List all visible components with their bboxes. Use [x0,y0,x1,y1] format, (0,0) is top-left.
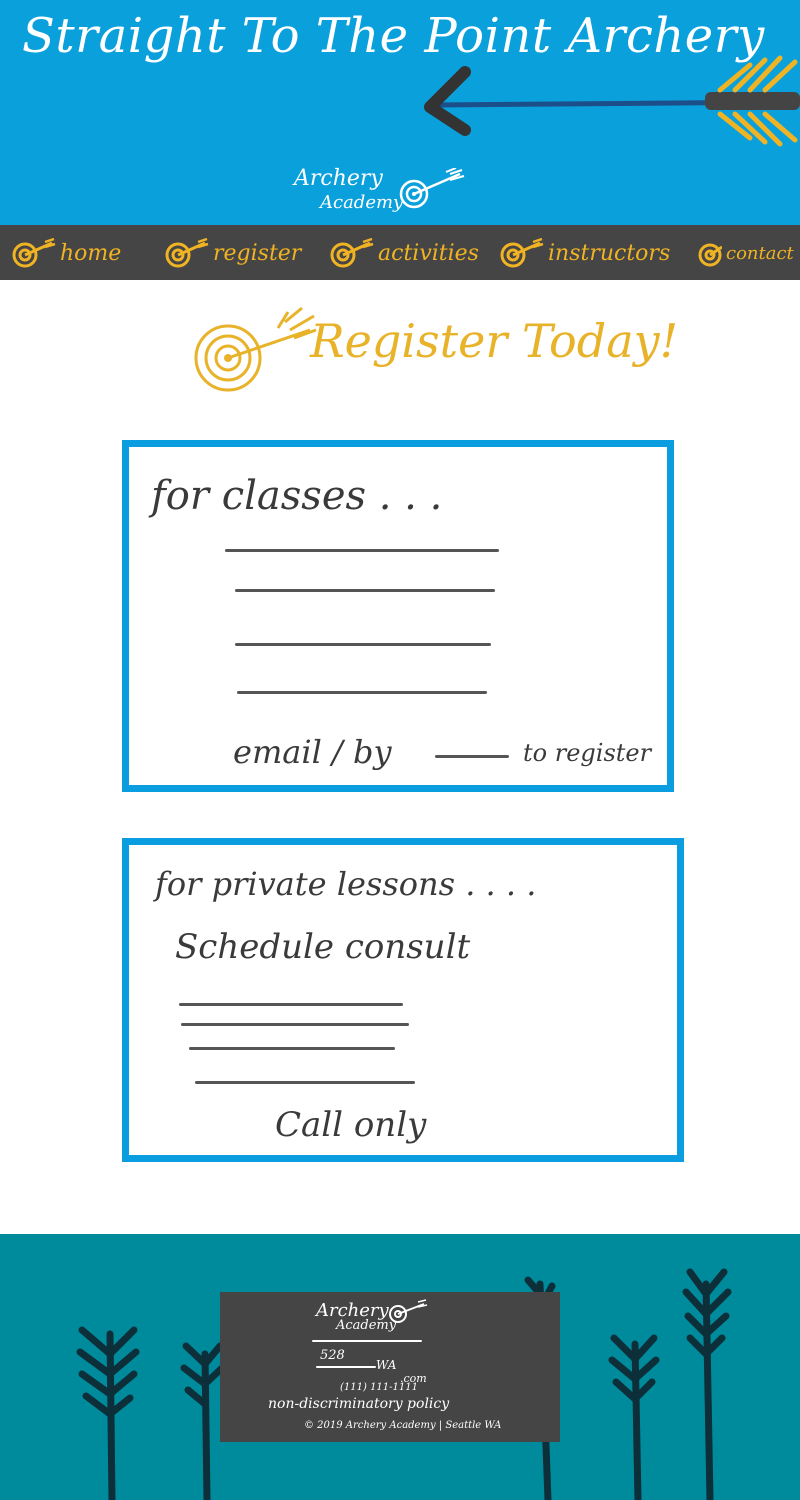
nav-label-contact: contact [726,242,794,264]
classes-info-line [235,589,495,592]
nav-label-instructors: instructors [548,240,671,266]
footer-address-line [312,1340,422,1342]
footer-info-box: Archery Academy 528 WA .com (111) 111-11… [220,1292,560,1442]
nav-label-activities: activities [378,240,479,266]
target-arrow-icon [500,238,544,268]
target-arrow-icon [698,243,722,267]
site-footer: Archery Academy 528 WA .com (111) 111-11… [0,1234,800,1500]
register-heading: Register Today! [190,300,678,430]
arrow-icon [424,55,800,147]
nav-item-contact[interactable]: contact [698,235,794,271]
nav-item-instructors[interactable]: instructors [500,235,670,271]
private-info-line [189,1047,395,1050]
site-header: Straight To The Point Archery Archery Ac… [0,0,800,225]
target-arrow-icon [194,306,317,392]
nav-item-register[interactable]: register [165,235,301,271]
classes-card: for classes . . . email / by to register [122,440,674,792]
classes-register-note: email / by [233,733,392,771]
logo-line-2: Academy [320,192,404,213]
private-info-line [181,1023,409,1026]
classes-info-line [237,691,487,694]
logo-line-1: Archery [294,166,383,191]
target-arrow-icon [165,238,209,268]
private-info-line [179,1003,403,1006]
academy-logo[interactable]: Archery Academy [290,164,470,224]
private-lessons-card: for private lessons . . . . Schedule con… [122,838,684,1162]
target-arrow-icon [389,1299,428,1323]
main-nav: home register activities instructors con… [0,225,800,280]
private-card-title: for private lessons . . . . [155,865,537,903]
nav-label-register: register [213,240,302,266]
footer-address-number: 528 [320,1348,345,1363]
footer-policy-link[interactable]: non-discriminatory policy [268,1396,449,1412]
target-arrow-icon [12,238,56,268]
classes-email-blank [435,755,509,758]
footer-address-state: WA [376,1358,397,1372]
target-arrow-icon [330,238,374,268]
private-card-footer: Call only [275,1105,427,1145]
nav-item-home[interactable]: home [12,235,121,271]
classes-info-line [235,643,491,646]
nav-item-activities[interactable]: activities [330,235,479,271]
classes-card-title: for classes . . . [151,473,443,519]
classes-register-suffix: to register [523,739,652,767]
footer-city-line [316,1366,376,1368]
target-arrow-icon [399,168,465,209]
private-info-line [195,1081,415,1084]
private-card-subtitle: Schedule consult [175,927,471,967]
footer-copyright: © 2019 Archery Academy | Seattle WA [304,1420,502,1431]
classes-info-line [225,549,499,552]
nav-label-home: home [60,240,122,266]
page-title: Register Today! [310,314,679,368]
footer-phone[interactable]: (111) 111-1111 [340,1382,418,1393]
